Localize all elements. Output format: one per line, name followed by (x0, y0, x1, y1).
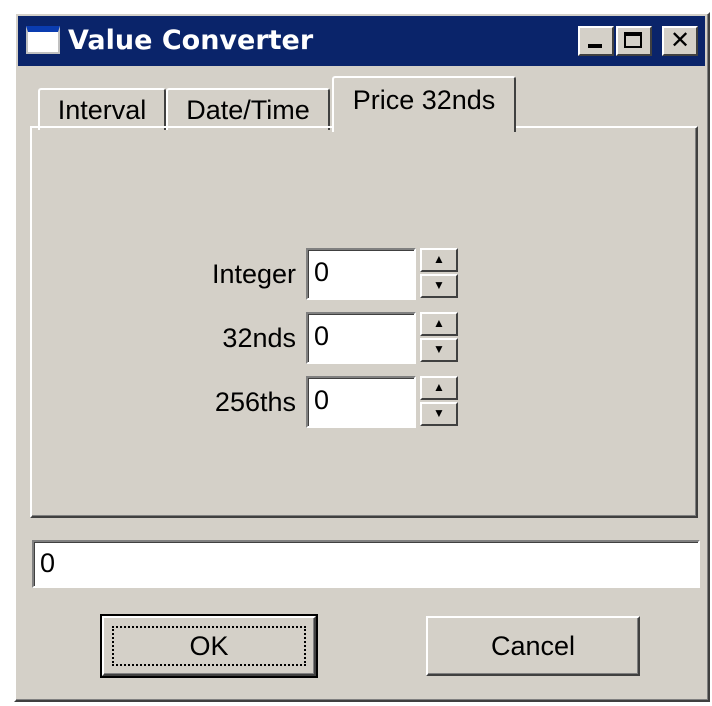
256ths-input[interactable]: 0 (306, 376, 416, 428)
tab-label: Price 32nds (352, 85, 496, 115)
tab-label: Date/Time (186, 95, 310, 125)
arrow-down-icon: ▼ (433, 278, 445, 292)
integer-spin-down[interactable]: ▼ (420, 274, 458, 298)
arrow-up-icon: ▲ (433, 316, 445, 330)
integer-input[interactable]: 0 (306, 248, 416, 300)
256ths-spin-up[interactable]: ▲ (420, 376, 458, 400)
cancel-button[interactable]: Cancel (426, 616, 640, 676)
minimize-button[interactable] (578, 26, 614, 56)
arrow-up-icon: ▲ (433, 252, 445, 266)
arrow-up-icon: ▲ (433, 380, 445, 394)
integer-spin-up[interactable]: ▲ (420, 248, 458, 272)
tab-date-time[interactable]: Date/Time (166, 88, 330, 130)
ok-button[interactable]: OK (100, 614, 318, 678)
32nds-spin-down[interactable]: ▼ (420, 338, 458, 362)
arrow-down-icon: ▼ (433, 406, 445, 420)
maximize-icon (624, 32, 642, 48)
integer-label: Integer (211, 259, 296, 289)
32nds-input[interactable]: 0 (306, 312, 416, 364)
cancel-label: Cancel (490, 631, 576, 661)
price-32nds-panel: Integer 0 ▲ ▼ 32nds 0 ▲ ▼ 256ths 0 ▲ ▼ (30, 126, 698, 518)
title-bar[interactable]: Value Converter ✕ (18, 16, 705, 66)
window-title: Value Converter (68, 25, 314, 56)
arrow-down-icon: ▼ (433, 342, 445, 356)
32nds-spin-up[interactable]: ▲ (420, 312, 458, 336)
close-icon: ✕ (669, 26, 691, 54)
256ths-label: 256ths (214, 387, 296, 417)
value-converter-window: Value Converter ✕ Interval Date/Time Pri… (14, 12, 710, 702)
close-button[interactable]: ✕ (662, 26, 698, 56)
tab-label: Interval (57, 95, 147, 125)
tab-interval[interactable]: Interval (38, 88, 166, 130)
window-icon (26, 26, 60, 54)
256ths-spin-down[interactable]: ▼ (420, 402, 458, 426)
minimize-icon (588, 44, 602, 48)
tab-price-32nds[interactable]: Price 32nds (332, 76, 516, 132)
maximize-button[interactable] (616, 26, 652, 56)
result-field[interactable]: 0 (32, 540, 700, 588)
32nds-label: 32nds (222, 323, 296, 353)
ok-label: OK (189, 631, 229, 661)
